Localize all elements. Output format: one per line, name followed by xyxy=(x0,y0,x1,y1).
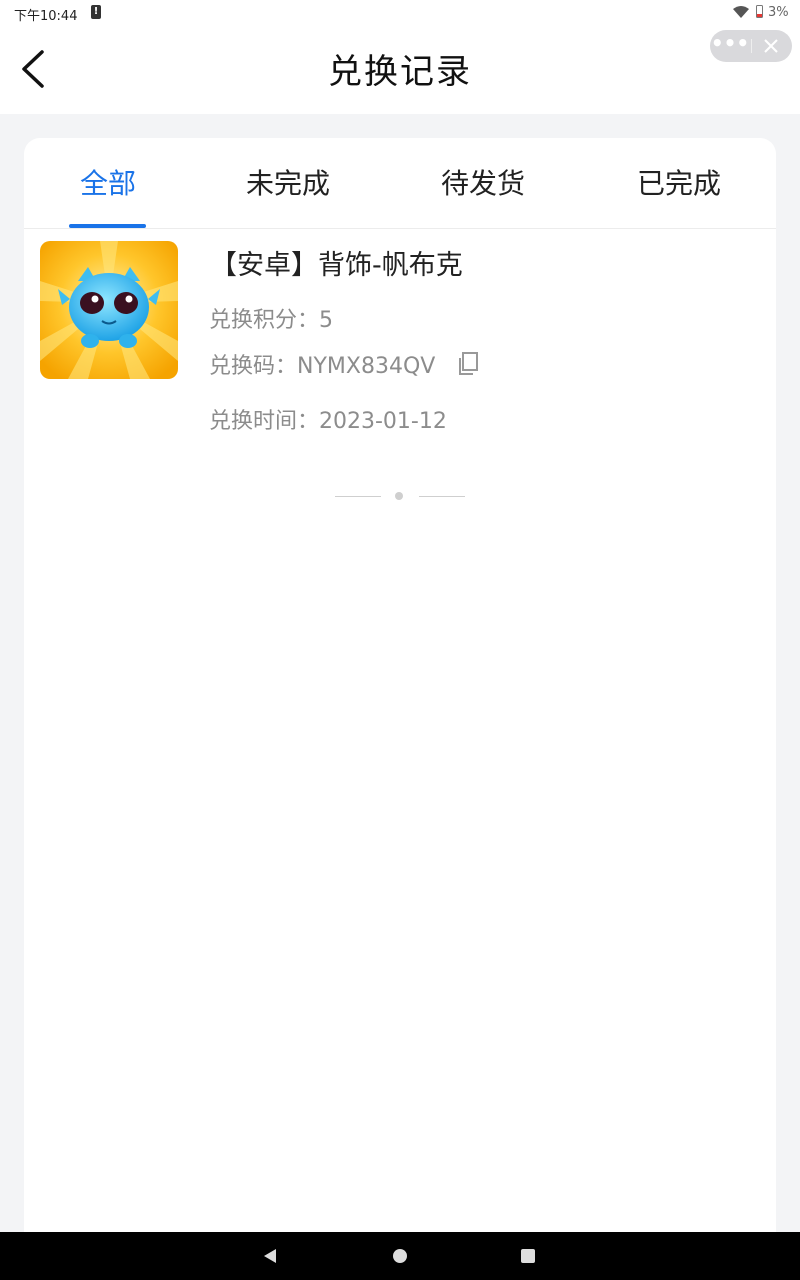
more-icon[interactable]: ••• xyxy=(710,30,750,62)
copy-icon[interactable] xyxy=(456,351,480,377)
back-triangle-icon[interactable] xyxy=(262,1248,278,1264)
home-circle-icon[interactable] xyxy=(392,1248,408,1264)
mini-program-capsule: ••• xyxy=(710,30,792,62)
end-of-list-divider xyxy=(335,490,465,502)
tab-pending-shipment[interactable]: 待发货 xyxy=(408,162,558,202)
status-time: 下午10:44 xyxy=(14,9,78,24)
records-card: 全部 未完成 待发货 已完成 【安卓】背饰-帆布克 兑换积分：5 兑换码：NYM… xyxy=(24,138,776,1238)
notification-alert-icon: ! xyxy=(91,5,101,19)
capsule-divider xyxy=(751,39,752,53)
recents-square-icon[interactable] xyxy=(520,1248,536,1264)
wifi-icon xyxy=(733,6,749,18)
page-title: 兑换记录 xyxy=(328,52,472,92)
blue-monster-icon xyxy=(40,241,178,379)
status-bar: 下午10:44 ! 3% xyxy=(0,0,800,26)
tab-incomplete[interactable]: 未完成 xyxy=(213,162,363,202)
record-time: 兑换时间：2023-01-12 xyxy=(209,409,447,434)
record-title: 【安卓】背饰-帆布克 xyxy=(210,250,463,281)
record-item[interactable]: 【安卓】背饰-帆布克 兑换积分：5 兑换码：NYMX834QV 兑换时间：202… xyxy=(24,240,776,440)
title-bar: 兑换记录 ••• xyxy=(0,26,800,114)
battery-percent: 3% xyxy=(768,5,789,20)
battery-icon xyxy=(756,5,763,18)
tab-all[interactable]: 全部 xyxy=(33,162,183,202)
record-code: 兑换码：NYMX834QV xyxy=(209,354,436,379)
record-points: 兑换积分：5 xyxy=(209,308,333,333)
close-icon[interactable] xyxy=(756,34,786,58)
tab-bar: 全部 未完成 待发货 已完成 xyxy=(24,138,776,229)
active-tab-indicator xyxy=(69,224,146,228)
tab-completed[interactable]: 已完成 xyxy=(604,162,754,202)
system-navigation-bar xyxy=(0,1232,800,1280)
